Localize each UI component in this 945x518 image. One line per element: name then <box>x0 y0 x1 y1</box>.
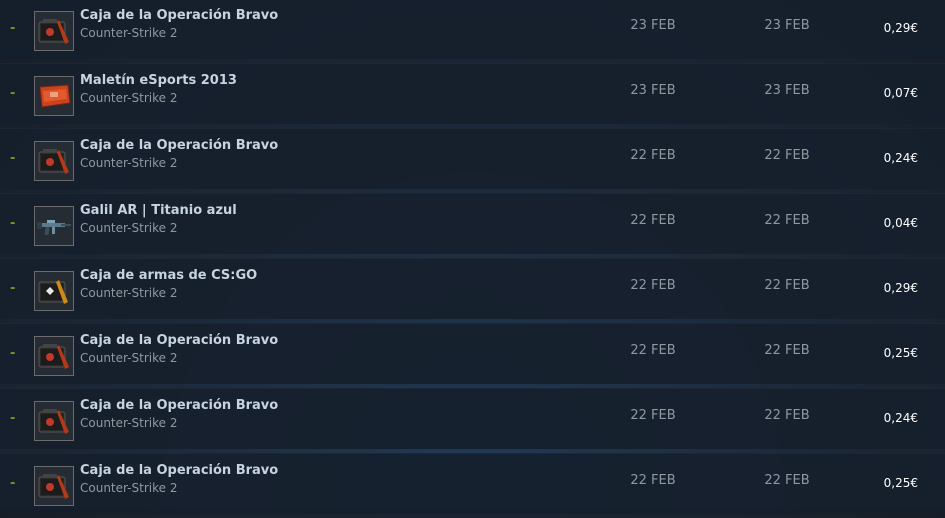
listed-date: 22 FEB <box>630 278 676 293</box>
table-row[interactable]: - Caja de la Operación Bravo Counter-Strik… <box>0 128 945 189</box>
acted-date: 23 FEB <box>764 83 810 98</box>
item-name-link[interactable]: Caja de la Operación Bravo <box>80 138 278 153</box>
status-dash: - <box>10 151 16 166</box>
table-row[interactable]: - Galil AR | Titanio azul Counter-Strike 2… <box>0 193 945 254</box>
price-value: 0,29€ <box>883 281 918 295</box>
table-row[interactable]: - Caja de la Operación Bravo Counter-Strik… <box>0 323 945 384</box>
listed-date: 22 FEB <box>630 213 676 228</box>
acted-date: 22 FEB <box>764 148 810 163</box>
status-dash: - <box>10 281 16 296</box>
game-name: Counter-Strike 2 <box>80 156 178 170</box>
item-name-link[interactable]: Caja de la Operación Bravo <box>80 333 278 348</box>
operation-bravo-case-icon[interactable] <box>34 401 74 441</box>
csgo-weapon-case-icon[interactable] <box>34 271 74 311</box>
operation-bravo-case-icon[interactable] <box>34 336 74 376</box>
status-dash: - <box>10 346 16 361</box>
price-value: 0,24€ <box>883 151 918 165</box>
game-name: Counter-Strike 2 <box>80 416 178 430</box>
price-value: 0,24€ <box>883 411 918 425</box>
price-value: 0,04€ <box>883 216 918 230</box>
table-row[interactable]: - Maletín eSports 2013 Counter-Strike 2 23 … <box>0 63 945 124</box>
item-name-link[interactable]: Caja de la Operación Bravo <box>80 8 278 23</box>
operation-bravo-case-icon[interactable] <box>34 11 74 51</box>
table-row[interactable]: - Caja de la Operación Bravo Counter-Strik… <box>0 0 945 59</box>
operation-bravo-case-icon[interactable] <box>34 466 74 506</box>
item-name-link[interactable]: Caja de la Operación Bravo <box>80 463 278 478</box>
status-dash: - <box>10 21 16 36</box>
item-name-link[interactable]: Caja de la Operación Bravo <box>80 398 278 413</box>
esports-2013-case-icon[interactable] <box>34 76 74 116</box>
acted-date: 22 FEB <box>764 408 810 423</box>
price-value: 0,07€ <box>883 86 918 100</box>
game-name: Counter-Strike 2 <box>80 91 178 105</box>
price-value: 0,25€ <box>883 346 918 360</box>
table-row[interactable]: - Caja de la Operación Bravo Counter-Strik… <box>0 453 945 514</box>
status-dash: - <box>10 216 16 231</box>
listed-date: 22 FEB <box>630 148 676 163</box>
galil-ar-rifle-icon[interactable] <box>34 206 74 246</box>
acted-date: 22 FEB <box>764 278 810 293</box>
item-name-link[interactable]: Maletín eSports 2013 <box>80 73 237 88</box>
operation-bravo-case-icon[interactable] <box>34 141 74 181</box>
table-row[interactable]: - Caja de armas de CS:GO Counter-Strike 2 2… <box>0 258 945 319</box>
listed-date: 23 FEB <box>630 18 676 33</box>
listed-date: 22 FEB <box>630 473 676 488</box>
status-dash: - <box>10 411 16 426</box>
game-name: Counter-Strike 2 <box>80 221 178 235</box>
item-name-link[interactable]: Caja de armas de CS:GO <box>80 268 257 283</box>
game-name: Counter-Strike 2 <box>80 286 178 300</box>
listed-date: 22 FEB <box>630 408 676 423</box>
price-value: 0,25€ <box>883 476 918 490</box>
acted-date: 22 FEB <box>764 213 810 228</box>
table-row[interactable]: - Caja de la Operación Bravo Counter-Strik… <box>0 388 945 449</box>
game-name: Counter-Strike 2 <box>80 481 178 495</box>
price-value: 0,29€ <box>883 21 918 35</box>
listed-date: 23 FEB <box>630 83 676 98</box>
acted-date: 23 FEB <box>764 18 810 33</box>
acted-date: 22 FEB <box>764 343 810 358</box>
game-name: Counter-Strike 2 <box>80 351 178 365</box>
listed-date: 22 FEB <box>630 343 676 358</box>
status-dash: - <box>10 86 16 101</box>
market-history-list: - Caja de la Operación Bravo Counter-Strik… <box>0 0 945 518</box>
status-dash: - <box>10 476 16 491</box>
acted-date: 22 FEB <box>764 473 810 488</box>
item-name-link[interactable]: Galil AR | Titanio azul <box>80 203 237 218</box>
game-name: Counter-Strike 2 <box>80 26 178 40</box>
